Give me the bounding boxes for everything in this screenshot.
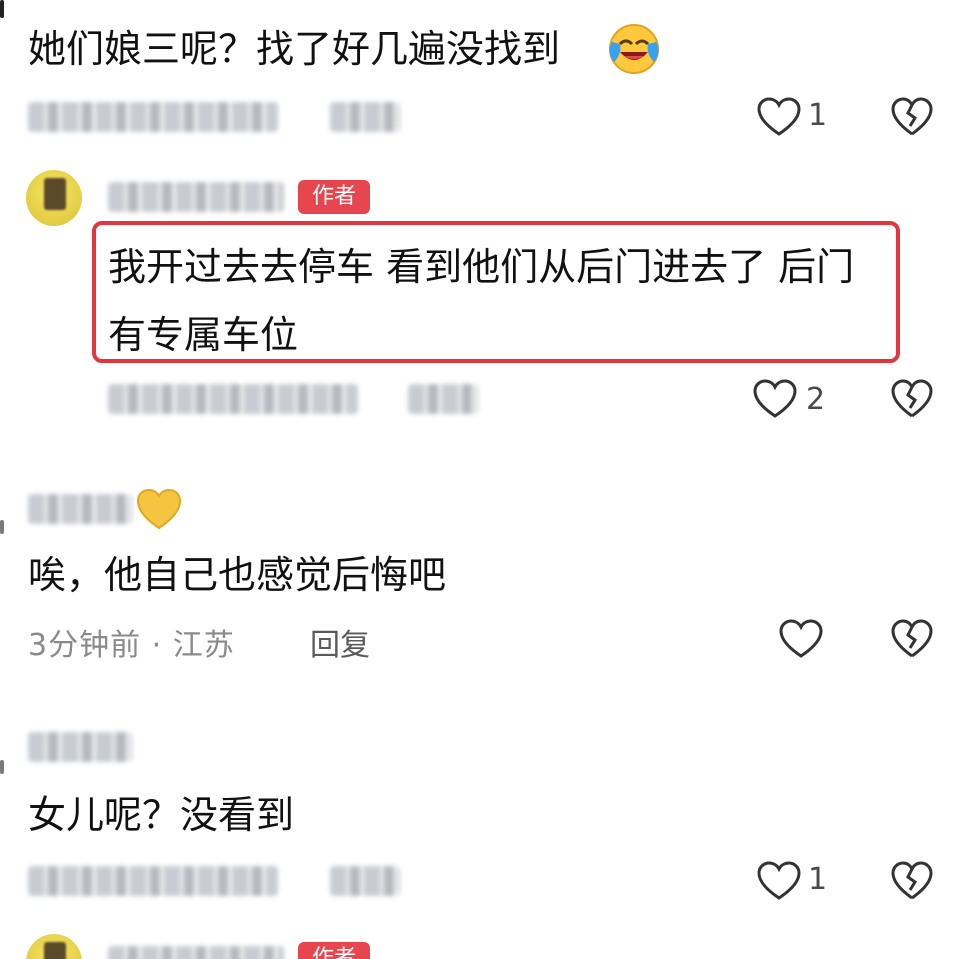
dislike-button[interactable] <box>890 860 934 906</box>
blurred-username[interactable] <box>28 494 132 524</box>
blurred-metadata <box>28 102 278 132</box>
reply-button[interactable]: 回复 <box>310 620 370 664</box>
blurred-reply-label[interactable] <box>408 384 478 414</box>
like-button[interactable] <box>778 618 824 664</box>
heart-badge-icon <box>134 486 184 532</box>
comment-item: 作者 <box>0 928 960 959</box>
heart-icon <box>779 619 823 658</box>
comment-text-line: 有专属车位 <box>108 313 299 357</box>
blurred-reply-label[interactable] <box>330 866 400 896</box>
blurred-reply-label[interactable] <box>330 102 400 132</box>
heart-icon <box>757 97 801 136</box>
broken-heart-icon <box>891 97 933 136</box>
like-button[interactable] <box>752 378 798 424</box>
comment-item: 女儿呢？没看到 1 <box>0 720 960 920</box>
comment-text-line: 我开过去去停车 看到他们从后门进去了 后门 <box>108 245 855 289</box>
like-count: 2 <box>806 382 826 417</box>
broken-heart-icon <box>891 379 933 418</box>
avatar[interactable] <box>26 170 82 226</box>
blurred-username[interactable] <box>108 182 284 212</box>
blurred-metadata <box>28 866 278 896</box>
dislike-button[interactable] <box>890 618 934 664</box>
comment-item: 作者 我开过去去停车 看到他们从后门进去了 后门 有专属车位 2 <box>0 160 960 440</box>
heart-icon <box>753 379 797 418</box>
like-button[interactable] <box>756 860 802 906</box>
comment-item: 她们娘三呢？找了好几遍没找到 1 <box>0 0 960 150</box>
comment-text: 她们娘三呢？找了好几遍没找到 <box>28 27 561 71</box>
author-badge: 作者 <box>298 942 371 959</box>
comment-meta: 3分钟前 · 江苏 <box>28 628 235 663</box>
like-count: 1 <box>808 862 828 897</box>
blurred-username[interactable] <box>108 946 284 959</box>
dislike-button[interactable] <box>890 378 934 424</box>
broken-heart-icon <box>891 861 933 900</box>
comment-item: 唉，他自己也感觉后悔吧 3分钟前 · 江苏 回复 <box>0 480 960 680</box>
blurred-username[interactable] <box>28 732 132 762</box>
dislike-button[interactable] <box>890 96 934 142</box>
comment-text: 唉，他自己也感觉后悔吧 <box>28 553 447 597</box>
avatar[interactable] <box>26 934 82 959</box>
blurred-metadata <box>108 384 358 414</box>
comment-text: 女儿呢？没看到 <box>28 793 295 837</box>
broken-heart-icon <box>891 619 933 658</box>
crying-laughing-face-icon <box>606 20 662 76</box>
author-badge: 作者 <box>298 180 371 214</box>
like-count: 1 <box>808 98 828 133</box>
heart-icon <box>757 861 801 900</box>
like-button[interactable] <box>756 96 802 142</box>
